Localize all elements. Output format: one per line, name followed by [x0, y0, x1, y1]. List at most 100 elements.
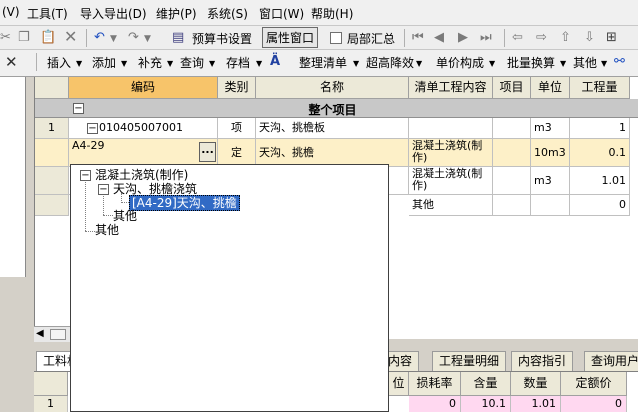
name-cell[interactable]: 天沟、挑檐	[256, 139, 409, 167]
edit-toolbar: ✕ 插入 ▼ 添加 ▼ 补充 ▼ 查询 ▼ 存档 ▼ Ä 整理清单 ▼ 超高降效…	[0, 50, 638, 77]
menu-system[interactable]: 系统(S)	[207, 5, 248, 22]
item-cell[interactable]	[493, 195, 531, 216]
quota-price-cell[interactable]: 0	[561, 396, 627, 412]
prev-record-icon[interactable]: ◀	[434, 30, 444, 45]
scroll-thumb[interactable]	[50, 329, 66, 340]
content-cell[interactable]	[409, 118, 493, 139]
height-efficiency-button[interactable]: 超高降效	[366, 54, 414, 71]
menu-help[interactable]: 帮助(H)	[311, 5, 353, 22]
col-header-quota-price[interactable]: 定额价	[561, 372, 627, 396]
item-cell[interactable]	[493, 118, 531, 139]
unit-cell[interactable]: 10m3	[531, 139, 570, 167]
collapse-icon[interactable]: −	[87, 123, 98, 134]
menu-import-export[interactable]: 导入导出(D)	[80, 5, 147, 22]
type-cell[interactable]: 定	[218, 139, 256, 167]
tree-node-selected[interactable]: [A4-29]天沟、挑檐	[129, 195, 240, 211]
type-cell[interactable]: 项	[218, 118, 256, 139]
move-right-icon[interactable]: ⇨	[536, 30, 547, 45]
quantity-cell[interactable]: 1.01	[570, 167, 630, 195]
loss-rate-cell[interactable]: 0	[409, 396, 461, 412]
last-record-icon[interactable]: ⏭	[480, 30, 492, 45]
col-header-position[interactable]: 位	[389, 372, 409, 396]
cut-icon[interactable]: ✂	[0, 30, 11, 45]
col-header-content-amount[interactable]: 含量	[461, 372, 511, 396]
tree-collapse-icon[interactable]: −	[80, 170, 91, 181]
col-header-content[interactable]: 清单工程内容	[409, 77, 493, 99]
chevron-down-icon: ▼	[209, 59, 216, 68]
item-cell[interactable]	[493, 139, 531, 167]
delete-icon[interactable]: ✕	[64, 27, 77, 46]
add-menu-button[interactable]: 添加	[92, 54, 116, 71]
horizontal-scrollbar[interactable]: ◀	[34, 326, 70, 342]
col-header-loss-rate[interactable]: 损耗率	[409, 372, 461, 396]
undo-dropdown-icon[interactable]: ▼	[110, 34, 117, 44]
collapse-icon[interactable]: −	[73, 103, 84, 114]
first-record-icon[interactable]: ⏮	[412, 30, 424, 45]
tree-connector	[103, 215, 113, 216]
expand-icon[interactable]: ⊞	[606, 30, 617, 45]
content-cell[interactable]: 混凝土浇筑(制作)	[409, 167, 493, 195]
lookup-button[interactable]: ...	[199, 142, 216, 162]
query-menu-button[interactable]: 查询	[180, 54, 204, 71]
tree-node-other-outer[interactable]: 其他	[95, 223, 119, 237]
name-cell[interactable]: 天沟、挑檐板	[256, 118, 409, 139]
find-icon[interactable]: Ä	[270, 54, 280, 69]
col-header-quantity[interactable]: 工程量	[570, 77, 630, 99]
col-header-code[interactable]: 编码	[69, 77, 218, 99]
link-icon[interactable]: ⚯	[614, 54, 625, 69]
next-record-icon[interactable]: ▶	[458, 30, 468, 45]
quantity-cell[interactable]: 0	[570, 195, 630, 216]
partial-summary-checkbox[interactable]	[330, 32, 342, 44]
scroll-left-icon[interactable]: ◀	[36, 328, 44, 339]
tree-collapse-icon[interactable]: −	[98, 184, 109, 195]
row-number: 1	[34, 396, 68, 412]
content-cell[interactable]: 其他	[409, 195, 493, 216]
batch-convert-button[interactable]: 批量换算	[507, 54, 555, 71]
menu-window[interactable]: 窗口(W)	[259, 5, 304, 22]
undo-icon[interactable]: ↶	[94, 30, 105, 45]
count-cell[interactable]: 1.01	[511, 396, 561, 412]
tree-node-child[interactable]: 天沟、挑檐浇筑	[113, 182, 197, 196]
col-header-count[interactable]: 数量	[511, 372, 561, 396]
col-header-name[interactable]: 名称	[256, 77, 409, 99]
copy-icon[interactable]: ❐	[18, 30, 30, 45]
insert-menu-button[interactable]: 插入	[47, 54, 71, 71]
organize-list-button[interactable]: 整理清单	[299, 54, 347, 71]
content-cell[interactable]: 混凝土浇筑(制作)	[409, 139, 493, 167]
item-cell[interactable]	[493, 167, 531, 195]
paste-icon[interactable]: 📋	[40, 30, 56, 45]
content-tree-popup[interactable]: − 混凝土浇筑(制作) − 天沟、挑檐浇筑 [A4-29]天沟、挑檐 其他 其他	[70, 164, 389, 412]
close-icon[interactable]: ✕	[5, 53, 18, 71]
content-amount-cell[interactable]: 10.1	[461, 396, 511, 412]
redo-icon[interactable]: ↷	[128, 30, 139, 45]
archive-menu-button[interactable]: 存档	[226, 54, 250, 71]
tree-node-other-inner[interactable]: 其他	[113, 209, 137, 223]
col-header-unit[interactable]: 单位	[531, 77, 570, 99]
chevron-down-icon: ▼	[353, 59, 360, 68]
col-header-type[interactable]: 类别	[218, 77, 256, 99]
menu-view[interactable]: (V)	[2, 5, 20, 19]
budget-settings-button[interactable]: 预算书设置	[192, 30, 252, 47]
tree-node-root[interactable]: 混凝土浇筑(制作)	[95, 168, 188, 182]
menu-maintenance[interactable]: 维护(P)	[156, 5, 197, 22]
menu-tools[interactable]: 工具(T)	[27, 5, 68, 22]
quantity-cell[interactable]: 0.1	[570, 139, 630, 167]
unit-cell[interactable]: m3	[531, 167, 570, 195]
unit-price-button[interactable]: 单价构成	[436, 54, 484, 71]
quantity-cell[interactable]: 1	[570, 118, 630, 139]
supplement-menu-button[interactable]: 补充	[138, 54, 162, 71]
unit-cell[interactable]	[531, 195, 570, 216]
chevron-down-icon: ▼	[489, 59, 496, 68]
tab-user-query[interactable]: 查询用户	[584, 351, 638, 371]
col-header-item[interactable]: 项目	[493, 77, 531, 99]
other-menu-button[interactable]: 其他	[573, 54, 597, 71]
tab-quantity-detail[interactable]: 工程量明细	[432, 351, 507, 371]
attribute-window-button[interactable]: 属性窗口	[262, 27, 319, 48]
move-down-icon[interactable]: ⇩	[584, 30, 595, 45]
move-up-icon[interactable]: ⇧	[560, 30, 571, 45]
move-left-icon[interactable]: ⇦	[512, 30, 523, 45]
redo-dropdown-icon[interactable]: ▼	[144, 34, 151, 44]
code-cell-editing[interactable]: A4-29	[69, 139, 218, 167]
tab-content-guide[interactable]: 内容指引	[511, 351, 574, 371]
unit-cell[interactable]: m3	[531, 118, 570, 139]
